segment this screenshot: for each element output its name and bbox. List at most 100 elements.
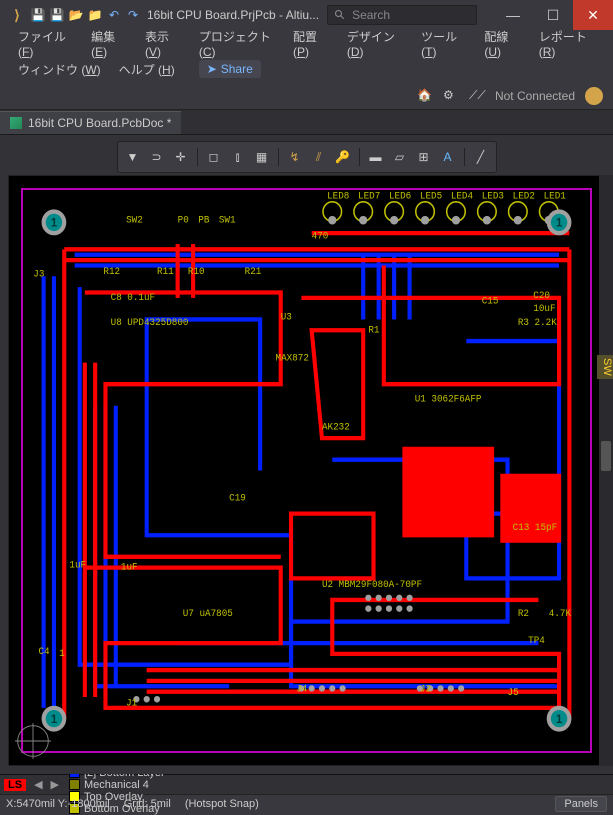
pcb-layers: 1111 SW2P0PBSW1LED8LED7LED6LED5LED4LED3L… — [23, 190, 590, 751]
magnet-icon[interactable]: ⊃ — [146, 146, 168, 168]
redo-icon[interactable]: ↷ — [125, 7, 141, 23]
share-button[interactable]: ➤Share — [199, 60, 261, 78]
board-outline: 1111 SW2P0PBSW1LED8LED7LED6LED5LED4LED3L… — [21, 188, 592, 753]
vertical-scrollbar[interactable] — [599, 175, 613, 766]
silk-label: C4 — [38, 646, 49, 657]
origin-marker-icon — [15, 723, 51, 759]
layer-set-button[interactable]: LS — [4, 779, 26, 791]
line-diag-icon[interactable]: ▱ — [389, 146, 411, 168]
silk-label: U1 3062F6AFP — [415, 393, 482, 404]
silk-label: U7 uA7805 — [183, 608, 233, 619]
open-project-icon[interactable]: 📁 — [87, 7, 103, 23]
app-logo-icon: ⟩ — [8, 6, 26, 24]
bbox-icon[interactable]: ⊞ — [413, 146, 435, 168]
menu-p[interactable]: 配置 (P) — [287, 26, 335, 61]
connection-status: Not Connected — [495, 89, 575, 103]
svg-text:1: 1 — [51, 713, 58, 726]
save-all-icon[interactable]: 💾 — [49, 7, 65, 23]
silk-label: 10uF — [533, 303, 556, 314]
menu-d[interactable]: デザイン (D) — [341, 26, 409, 61]
silk-label: 1 — [59, 648, 65, 659]
document-tab[interactable]: 16bit CPU Board.PcbDoc * — [0, 111, 181, 134]
svg-text:1: 1 — [556, 216, 563, 229]
editor-canvas[interactable]: ▼⊃✛ ◻⫾▦ ↯⫽🔑 ▬▱⊞A ╱ — [0, 134, 613, 774]
silk-label: C20 — [533, 290, 550, 301]
header-tools: 🏠 ⚙ ⟋⟋ Not Connected — [0, 82, 613, 110]
scrollbar-thumb[interactable] — [601, 441, 611, 471]
crosshair-icon[interactable]: ✛ — [170, 146, 192, 168]
silk-label: C13 15pF — [513, 522, 558, 533]
fiducial: 1 — [547, 706, 572, 732]
silk-label: SW1 — [219, 214, 236, 225]
route-icon[interactable]: ↯ — [284, 146, 306, 168]
silk-label: U2 MBM29F080A-70PF — [322, 579, 422, 590]
silk-label: LED5 — [420, 190, 443, 201]
slash-icon[interactable]: ╱ — [470, 146, 492, 168]
user-icon[interactable] — [585, 87, 603, 105]
rect-solid-icon[interactable]: ▬ — [365, 146, 387, 168]
save-icon[interactable]: 💾 — [30, 7, 46, 23]
menu-c[interactable]: プロジェクト (C) — [193, 26, 281, 61]
side-panel-tab[interactable]: SW — [597, 355, 613, 379]
silk-label: LED6 — [389, 190, 412, 201]
silk-label: J5 — [508, 687, 519, 698]
silk-label: R21 — [245, 266, 262, 277]
status-snap: (Hotspot Snap) — [185, 798, 259, 810]
silk-label: 1uF — [69, 559, 86, 570]
silk-label: LED7 — [358, 190, 380, 201]
undo-icon[interactable]: ↶ — [106, 7, 122, 23]
silk-label: C15 — [482, 295, 499, 306]
filter-icon[interactable]: ▼ — [122, 146, 144, 168]
silk-label: P0 — [178, 214, 189, 225]
silk-label: R12 — [103, 266, 120, 277]
layer-next-icon[interactable]: ▶ — [49, 778, 61, 791]
text-icon[interactable]: A — [437, 146, 459, 168]
search-input[interactable]: Search — [327, 5, 477, 25]
open-icon[interactable]: 📂 — [68, 7, 84, 23]
document-tab-label: 16bit CPU Board.PcbDoc * — [28, 116, 171, 130]
search-icon — [334, 9, 346, 21]
svg-text:1: 1 — [51, 216, 58, 229]
panels-button[interactable]: Panels — [555, 796, 607, 812]
pcb-view[interactable]: 1111 SW2P0PBSW1LED8LED7LED6LED5LED4LED3L… — [8, 175, 605, 766]
silk-label: MAX872 — [276, 352, 310, 363]
menu-e[interactable]: 編集 (E) — [85, 26, 133, 61]
silk-label: J4 — [296, 683, 307, 694]
silk-label: R1 — [368, 324, 379, 335]
menu-r[interactable]: レポート (R) — [533, 26, 601, 61]
align-icon[interactable]: ⫾ — [227, 146, 249, 168]
diff-pair-icon[interactable]: ⫽ — [308, 146, 330, 168]
menu-f[interactable]: ファイル (F) — [12, 26, 79, 61]
cloud-icon[interactable]: ⟋⟋ — [469, 88, 485, 104]
menu-h[interactable]: ヘルプ (H) — [113, 59, 181, 80]
key-icon[interactable]: 🔑 — [332, 146, 354, 168]
menu-w[interactable]: ウィンドウ (W) — [12, 59, 107, 80]
silk-label: 4.7K — [549, 608, 572, 619]
status-grid: Grid: 5mil — [124, 798, 171, 810]
silk-label: SW2 — [126, 214, 143, 225]
layer-tab-label: Mechanical 4 — [84, 779, 149, 791]
menu-u[interactable]: 配線 (U) — [478, 26, 526, 61]
pcb-doc-icon — [10, 117, 22, 129]
settings-icon[interactable]: ⚙ — [443, 88, 459, 104]
menu-v[interactable]: 表示 (V) — [139, 26, 187, 61]
silk-label: LED4 — [451, 190, 474, 201]
silk-label: 470 — [312, 230, 329, 241]
silk-label: TP4 — [528, 635, 545, 646]
silk-label: C19 — [229, 493, 246, 504]
menu-bar: ファイル (F)編集 (E)表示 (V)プロジェクト (C)配置 (P)デザイン… — [0, 30, 613, 56]
menu-t[interactable]: ツール (T) — [415, 26, 472, 61]
home-icon[interactable]: 🏠 — [417, 88, 433, 104]
svg-text:1: 1 — [556, 713, 563, 726]
select-rect-icon[interactable]: ◻ — [203, 146, 225, 168]
active-bar: ▼⊃✛ ◻⫾▦ ↯⫽🔑 ▬▱⊞A ╱ — [117, 141, 497, 173]
layer-prev-icon[interactable]: ◀ — [32, 778, 44, 791]
silk-label: PB — [198, 214, 209, 225]
silk-label: 1uF — [121, 562, 138, 573]
layer-tab[interactable]: Mechanical 4 — [65, 779, 169, 791]
share-icon: ➤ — [207, 62, 217, 76]
silk-label: LED8 — [327, 190, 350, 201]
layer-tabs: LS ◀ ▶ [1] Top Layer[2] Bottom LayerMech… — [0, 774, 613, 794]
document-tabs: 16bit CPU Board.PcbDoc * — [0, 110, 613, 134]
grid-icon[interactable]: ▦ — [251, 146, 273, 168]
